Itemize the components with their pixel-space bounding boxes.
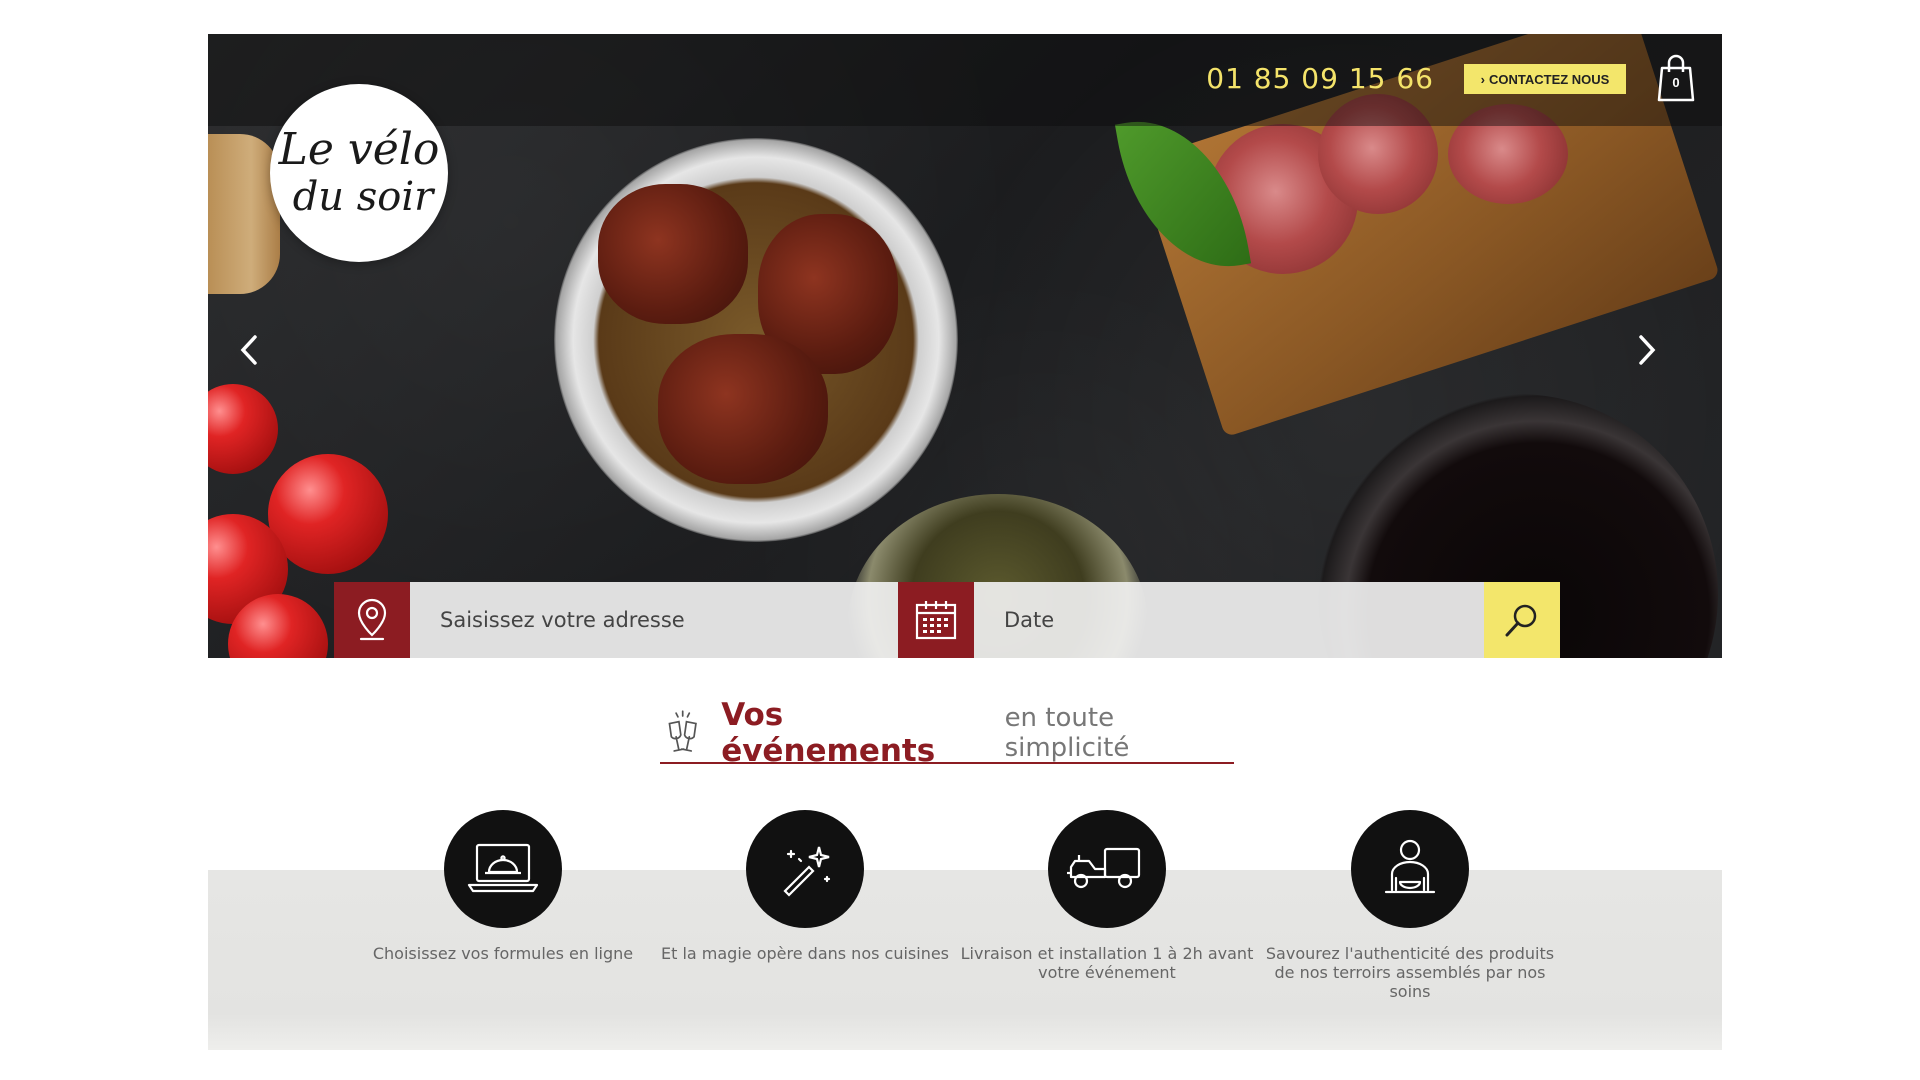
dried-tomato-image xyxy=(598,184,748,324)
laptop-cloche-icon xyxy=(467,843,539,893)
hero-carousel: 01 85 09 15 66 › CONTACTEZ NOUS 0 Le vél… xyxy=(208,34,1722,658)
feature-icon-circle xyxy=(746,810,864,928)
search-bar: Saisissez votre adresse Date xyxy=(334,582,1564,658)
date-input[interactable]: Date xyxy=(974,582,1484,658)
feature-caption: Savourez l'authenticité des produits de … xyxy=(1265,944,1555,1001)
chevron-right-icon xyxy=(1639,335,1656,365)
feature-caption: Et la magie opère dans nos cuisines xyxy=(660,944,950,963)
champagne-glasses-icon xyxy=(668,710,697,752)
feature-item: Et la magie opère dans nos cuisines xyxy=(655,810,955,963)
feature-caption: Choisissez vos formules en ligne xyxy=(372,944,634,963)
search-submit-button[interactable] xyxy=(1484,582,1560,658)
calendar-icon xyxy=(915,601,957,640)
location-button[interactable] xyxy=(334,582,410,658)
website-frame: 01 85 09 15 66 › CONTACTEZ NOUS 0 Le vél… xyxy=(208,34,1722,1050)
section-heading: Vos événements en toute simplicité xyxy=(660,697,1234,769)
section-subtitle: en toute simplicité xyxy=(1004,703,1130,763)
feature-icon-circle xyxy=(444,810,562,928)
magic-wand-icon xyxy=(783,846,831,897)
section-title: Vos événements xyxy=(721,697,936,769)
delivery-truck-icon xyxy=(1067,847,1141,889)
bread-slice-image xyxy=(208,134,280,294)
chevron-left-icon xyxy=(240,335,257,365)
feature-item: Livraison et installation 1 à 2h avant v… xyxy=(957,810,1257,982)
carousel-next-button[interactable] xyxy=(1632,332,1662,368)
contact-button-label: CONTACTEZ NOUS xyxy=(1488,71,1610,87)
top-bar: 01 85 09 15 66 › CONTACTEZ NOUS 0 xyxy=(208,34,1722,126)
feature-icon-circle xyxy=(1351,810,1469,928)
cart-button[interactable]: 0 xyxy=(1656,54,1696,102)
feature-item: Choisissez vos formules en ligne xyxy=(353,810,653,963)
search-icon xyxy=(1505,604,1537,637)
logo-text-line2: du soir xyxy=(292,174,434,220)
chevron-right-icon: › xyxy=(1480,71,1485,87)
cart-count: 0 xyxy=(1672,75,1680,90)
person-dining-icon xyxy=(1384,839,1436,894)
address-input[interactable]: Saisissez votre adresse xyxy=(410,582,898,658)
carousel-prev-button[interactable] xyxy=(234,332,264,368)
feature-item: Savourez l'authenticité des produits de … xyxy=(1260,810,1560,1001)
dried-tomato-image xyxy=(658,334,828,484)
feature-caption: Livraison et installation 1 à 2h avant v… xyxy=(960,944,1254,982)
phone-number[interactable]: 01 85 09 15 66 xyxy=(1206,62,1434,95)
logo-text-line1: Le vélo xyxy=(278,124,440,175)
contact-button[interactable]: › CONTACTEZ NOUS xyxy=(1464,64,1626,94)
calendar-button[interactable] xyxy=(898,582,974,658)
map-pin-icon xyxy=(357,598,387,641)
site-logo[interactable]: Le vélo du soir xyxy=(270,84,448,262)
feature-icon-circle xyxy=(1048,810,1166,928)
